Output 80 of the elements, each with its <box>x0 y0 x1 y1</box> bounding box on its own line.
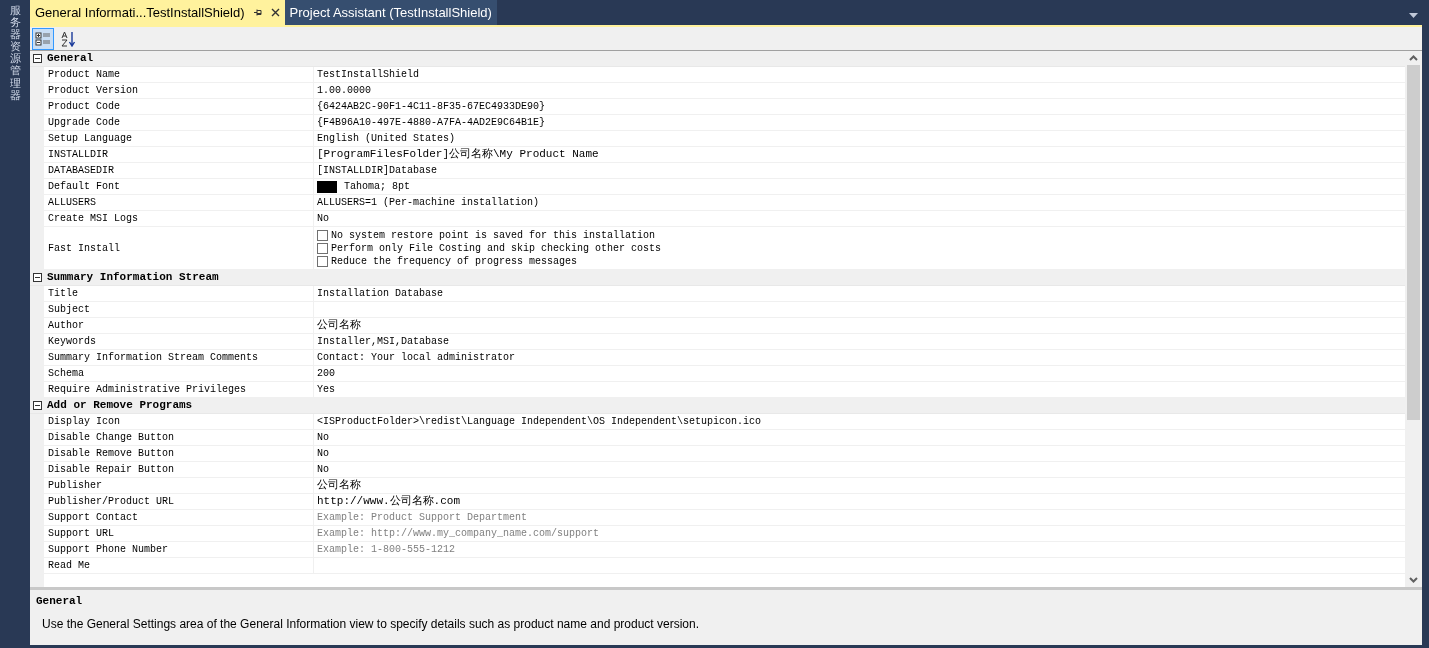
property-name[interactable]: Product Code <box>48 99 120 114</box>
property-name[interactable]: Fast Install <box>48 240 120 256</box>
sidebar-tab[interactable]: 服务器资源管理器 <box>9 4 21 101</box>
property-name[interactable]: Setup Language <box>48 131 132 146</box>
property-name[interactable]: Keywords <box>48 334 96 349</box>
property-name[interactable]: Support URL <box>48 526 114 541</box>
property-name[interactable]: Title <box>48 286 78 301</box>
scroll-thumb[interactable] <box>1407 65 1420 420</box>
scrollbar[interactable] <box>1405 51 1422 587</box>
property-value[interactable]: {F4B96A10-497E-4880-A7FA-4AD2E9C64B1E} <box>317 115 546 130</box>
property-value[interactable]: ALLUSERS=1 (Per-machine installation) <box>317 195 540 210</box>
property-name[interactable]: Publisher/Product URL <box>48 494 175 509</box>
property-name[interactable]: Disable Repair Button <box>48 462 175 477</box>
property-value[interactable]: 公司名称 <box>317 317 361 334</box>
property-placeholder[interactable]: Example: Product Support Department <box>317 510 528 525</box>
property-value[interactable]: 200 <box>317 366 335 381</box>
collapse-icon[interactable] <box>32 54 42 63</box>
property-name[interactable]: Read Me <box>48 558 90 573</box>
property-name[interactable]: Default Font <box>48 179 120 194</box>
scroll-down-icon[interactable] <box>1409 577 1418 583</box>
category-header[interactable]: General <box>30 51 1405 67</box>
property-value[interactable]: 公司名称 <box>317 477 361 494</box>
checkbox-label: Perform only File Costing and skip checking other costs <box>331 241 662 256</box>
property-value[interactable]: Contact: Your local administrator <box>317 350 516 365</box>
property-value[interactable]: No <box>317 462 329 477</box>
property-name[interactable]: DATABASEDIR <box>48 163 114 178</box>
property-name[interactable]: Disable Remove Button <box>48 446 175 461</box>
property-name[interactable]: Schema <box>48 366 84 381</box>
property-value[interactable]: [INSTALLDIR]Database <box>317 163 438 178</box>
property-value[interactable]: Tahoma; 8pt <box>344 179 410 194</box>
categorized-icon <box>35 30 51 47</box>
property-value[interactable]: [ProgramFilesFolder]公司名称\My Product Name <box>317 146 599 163</box>
property-value[interactable]: Yes <box>317 382 335 397</box>
property-name[interactable]: Support Contact <box>48 510 138 525</box>
checkbox[interactable] <box>317 229 328 241</box>
property-value[interactable]: No <box>317 446 329 461</box>
categorized-button[interactable] <box>32 27 54 50</box>
property-value[interactable]: Installation Database <box>317 286 444 301</box>
property-name[interactable]: Display Icon <box>48 414 120 429</box>
property-placeholder[interactable]: Example: 1-800-555-1212 <box>317 542 456 557</box>
property-value[interactable]: {6424AB2C-90F1-4C11-8F35-67EC4933DE90} <box>317 99 546 114</box>
category-header[interactable]: Summary Information Stream <box>30 270 1405 286</box>
checkbox-label: No system restore point is saved for this installation <box>331 228 656 243</box>
checkbox-label: Reduce the frequency of progress messages <box>331 254 578 269</box>
property-name[interactable]: Publisher <box>48 478 102 493</box>
dropdown-icon[interactable] <box>1409 13 1418 18</box>
property-value[interactable]: No <box>317 211 329 226</box>
description-title: General <box>36 594 84 609</box>
pin-icon[interactable] <box>252 8 263 17</box>
property-name[interactable]: Upgrade Code <box>48 115 120 130</box>
close-icon[interactable] <box>270 8 280 17</box>
tab[interactable]: General Informati...TestInstallShield) <box>30 0 285 25</box>
property-value[interactable]: TestInstallShield <box>317 67 420 82</box>
property-value[interactable]: <ISProductFolder>\redist\Language Independent\OS Independent\setupicon.ico <box>317 414 762 429</box>
property-value[interactable]: Installer,MSI,Database <box>317 334 450 349</box>
scroll-up-icon[interactable] <box>1409 55 1418 61</box>
property-name[interactable]: Require Administrative Privileges <box>48 382 247 397</box>
description-text: Use the General Settings area of the General Information view to specify details such as product name and product version. <box>42 615 701 633</box>
property-name[interactable]: Product Name <box>48 67 120 82</box>
property-value[interactable]: 1.00.0000 <box>317 83 371 98</box>
property-placeholder[interactable]: Example: http://www.my_company_name.com/support <box>317 526 600 541</box>
category-header[interactable]: Add or Remove Programs <box>30 398 1405 414</box>
property-value[interactable]: English (United States) <box>317 131 456 146</box>
collapse-icon[interactable] <box>32 273 42 282</box>
tab[interactable]: Project Assistant (TestInstallShield) <box>284 0 497 25</box>
sort-az-icon <box>61 30 77 47</box>
property-name[interactable]: Author <box>48 318 84 333</box>
property-name[interactable]: Support Phone Number <box>48 542 169 557</box>
property-name[interactable]: INSTALLDIR <box>48 147 108 162</box>
property-name[interactable]: Product Version <box>48 83 138 98</box>
property-name[interactable]: ALLUSERS <box>48 195 96 210</box>
property-value[interactable]: http://www.公司名称.com <box>317 493 461 510</box>
property-value[interactable]: No <box>317 430 329 445</box>
property-name[interactable]: Summary Information Stream Comments <box>48 350 259 365</box>
property-name[interactable]: Disable Change Button <box>48 430 175 445</box>
property-name[interactable]: Subject <box>48 302 90 317</box>
property-name[interactable]: Create MSI Logs <box>48 211 138 226</box>
checkbox[interactable] <box>317 255 328 267</box>
checkbox[interactable] <box>317 242 328 254</box>
collapse-icon[interactable] <box>32 401 42 410</box>
